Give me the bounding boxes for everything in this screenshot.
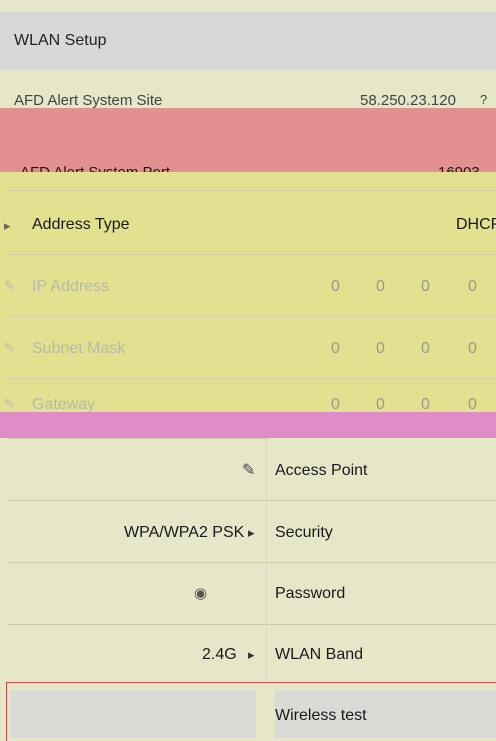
mask-octet-3: 0 bbox=[421, 340, 430, 357]
subnet-mask-label: Subnet Mask bbox=[32, 340, 126, 357]
divider bbox=[8, 254, 496, 255]
chevron-right-icon: ▸ bbox=[248, 647, 255, 662]
highlight-band bbox=[0, 412, 496, 438]
divider bbox=[8, 624, 496, 625]
eye-icon[interactable]: ◉ bbox=[194, 584, 207, 602]
chevron-right-icon: ▸ bbox=[4, 218, 11, 233]
afd-site-suffix: ? bbox=[480, 92, 488, 107]
wireless-test-button[interactable]: Wireless test bbox=[275, 690, 496, 738]
address-type-value[interactable]: DHCP bbox=[456, 216, 496, 234]
afd-site-row[interactable]: AFD Alert System Site 58.250.23.120 ? bbox=[0, 70, 496, 109]
left-button[interactable] bbox=[10, 690, 256, 738]
wlan-band-value[interactable]: 2.4G bbox=[202, 646, 237, 664]
ip-octet-1: 0 bbox=[331, 278, 340, 295]
mask-octet-1: 0 bbox=[331, 340, 340, 357]
security-label[interactable]: Security bbox=[275, 524, 333, 542]
access-point-label[interactable]: Access Point bbox=[275, 462, 367, 480]
wlan-band-label[interactable]: WLAN Band bbox=[275, 646, 363, 664]
ip-address-label: IP Address bbox=[32, 278, 110, 295]
pencil-icon: ✎ bbox=[4, 396, 15, 411]
mask-octet-4: 0 bbox=[468, 340, 477, 357]
divider bbox=[8, 316, 496, 317]
security-value[interactable]: WPA/WPA2 PSK bbox=[124, 524, 244, 542]
mask-octet-2: 0 bbox=[376, 340, 385, 357]
pencil-icon: ✎ bbox=[4, 340, 15, 355]
pencil-icon: ✎ bbox=[4, 278, 15, 293]
divider bbox=[8, 438, 268, 439]
ip-octet-4: 0 bbox=[468, 278, 477, 295]
divider bbox=[8, 562, 496, 563]
title-bar: WLAN Setup bbox=[0, 12, 496, 70]
ip-settings-group: ▸ Address Type DHCP ✎ IP Address 0 0 0 0… bbox=[0, 172, 496, 413]
divider bbox=[8, 378, 496, 379]
wireless-test-label: Wireless test bbox=[275, 707, 367, 724]
afd-site-value: 58.250.23.120 bbox=[360, 92, 456, 109]
chevron-right-icon: ▸ bbox=[248, 525, 255, 540]
password-label[interactable]: Password bbox=[275, 585, 345, 603]
address-type-label[interactable]: Address Type bbox=[32, 216, 130, 234]
ip-octet-3: 0 bbox=[421, 278, 430, 295]
divider bbox=[8, 500, 496, 501]
pencil-icon[interactable]: ✎ bbox=[242, 460, 255, 480]
divider bbox=[8, 190, 496, 191]
page-title: WLAN Setup bbox=[14, 32, 107, 49]
afd-site-label: AFD Alert System Site bbox=[14, 92, 163, 109]
afd-port-row[interactable]: AFD Alert System Port 16903 bbox=[0, 108, 496, 181]
ip-octet-2: 0 bbox=[376, 278, 385, 295]
